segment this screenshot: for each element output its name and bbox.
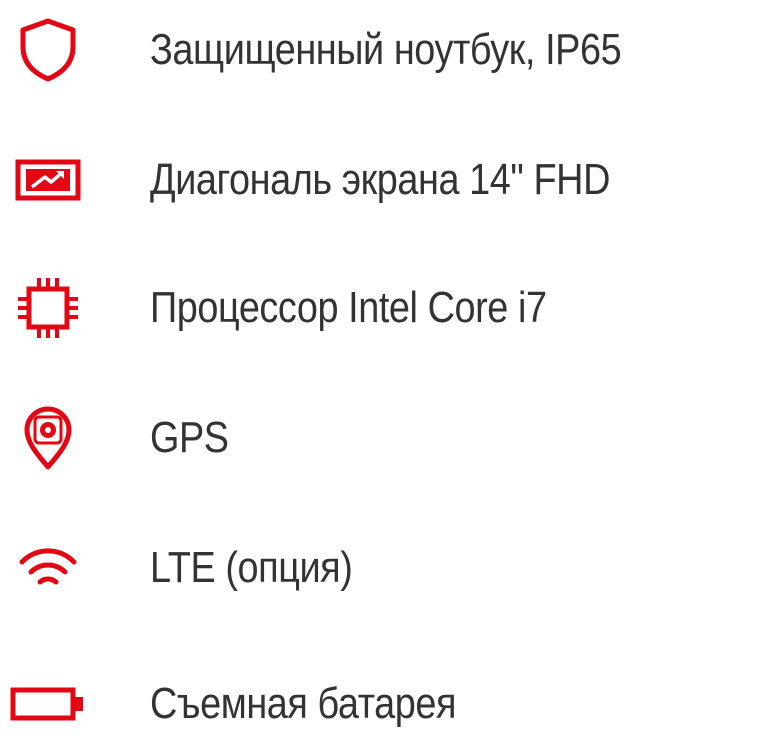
shield-icon bbox=[6, 0, 90, 100]
feature-item-lte: LTE (опция) bbox=[0, 518, 762, 618]
feature-item-gps: GPS bbox=[0, 388, 762, 488]
feature-label: GPS bbox=[150, 413, 229, 462]
feature-item-display: Диагональ экрана 14" FHD bbox=[0, 130, 762, 230]
display-icon bbox=[6, 130, 90, 230]
battery-icon bbox=[6, 654, 90, 754]
feature-item-processor: Процессор Intel Core i7 bbox=[0, 258, 762, 358]
feature-label: Процессор Intel Core i7 bbox=[150, 283, 547, 332]
feature-label: Защищенный ноутбук, IP65 bbox=[150, 25, 622, 74]
feature-label: LTE (опция) bbox=[150, 543, 353, 592]
location-pin-icon bbox=[6, 388, 90, 488]
feature-label: Диагональ экрана 14" FHD bbox=[150, 155, 610, 204]
feature-item-battery: Съемная батарея bbox=[0, 654, 762, 754]
feature-item-protection: Защищенный ноутбук, IP65 bbox=[0, 0, 762, 100]
feature-label: Съемная батарея bbox=[150, 679, 457, 728]
cpu-chip-icon bbox=[6, 258, 90, 358]
feature-list: Защищенный ноутбук, IP65 Диагональ экран… bbox=[0, 0, 762, 730]
wifi-signal-icon bbox=[6, 518, 90, 618]
